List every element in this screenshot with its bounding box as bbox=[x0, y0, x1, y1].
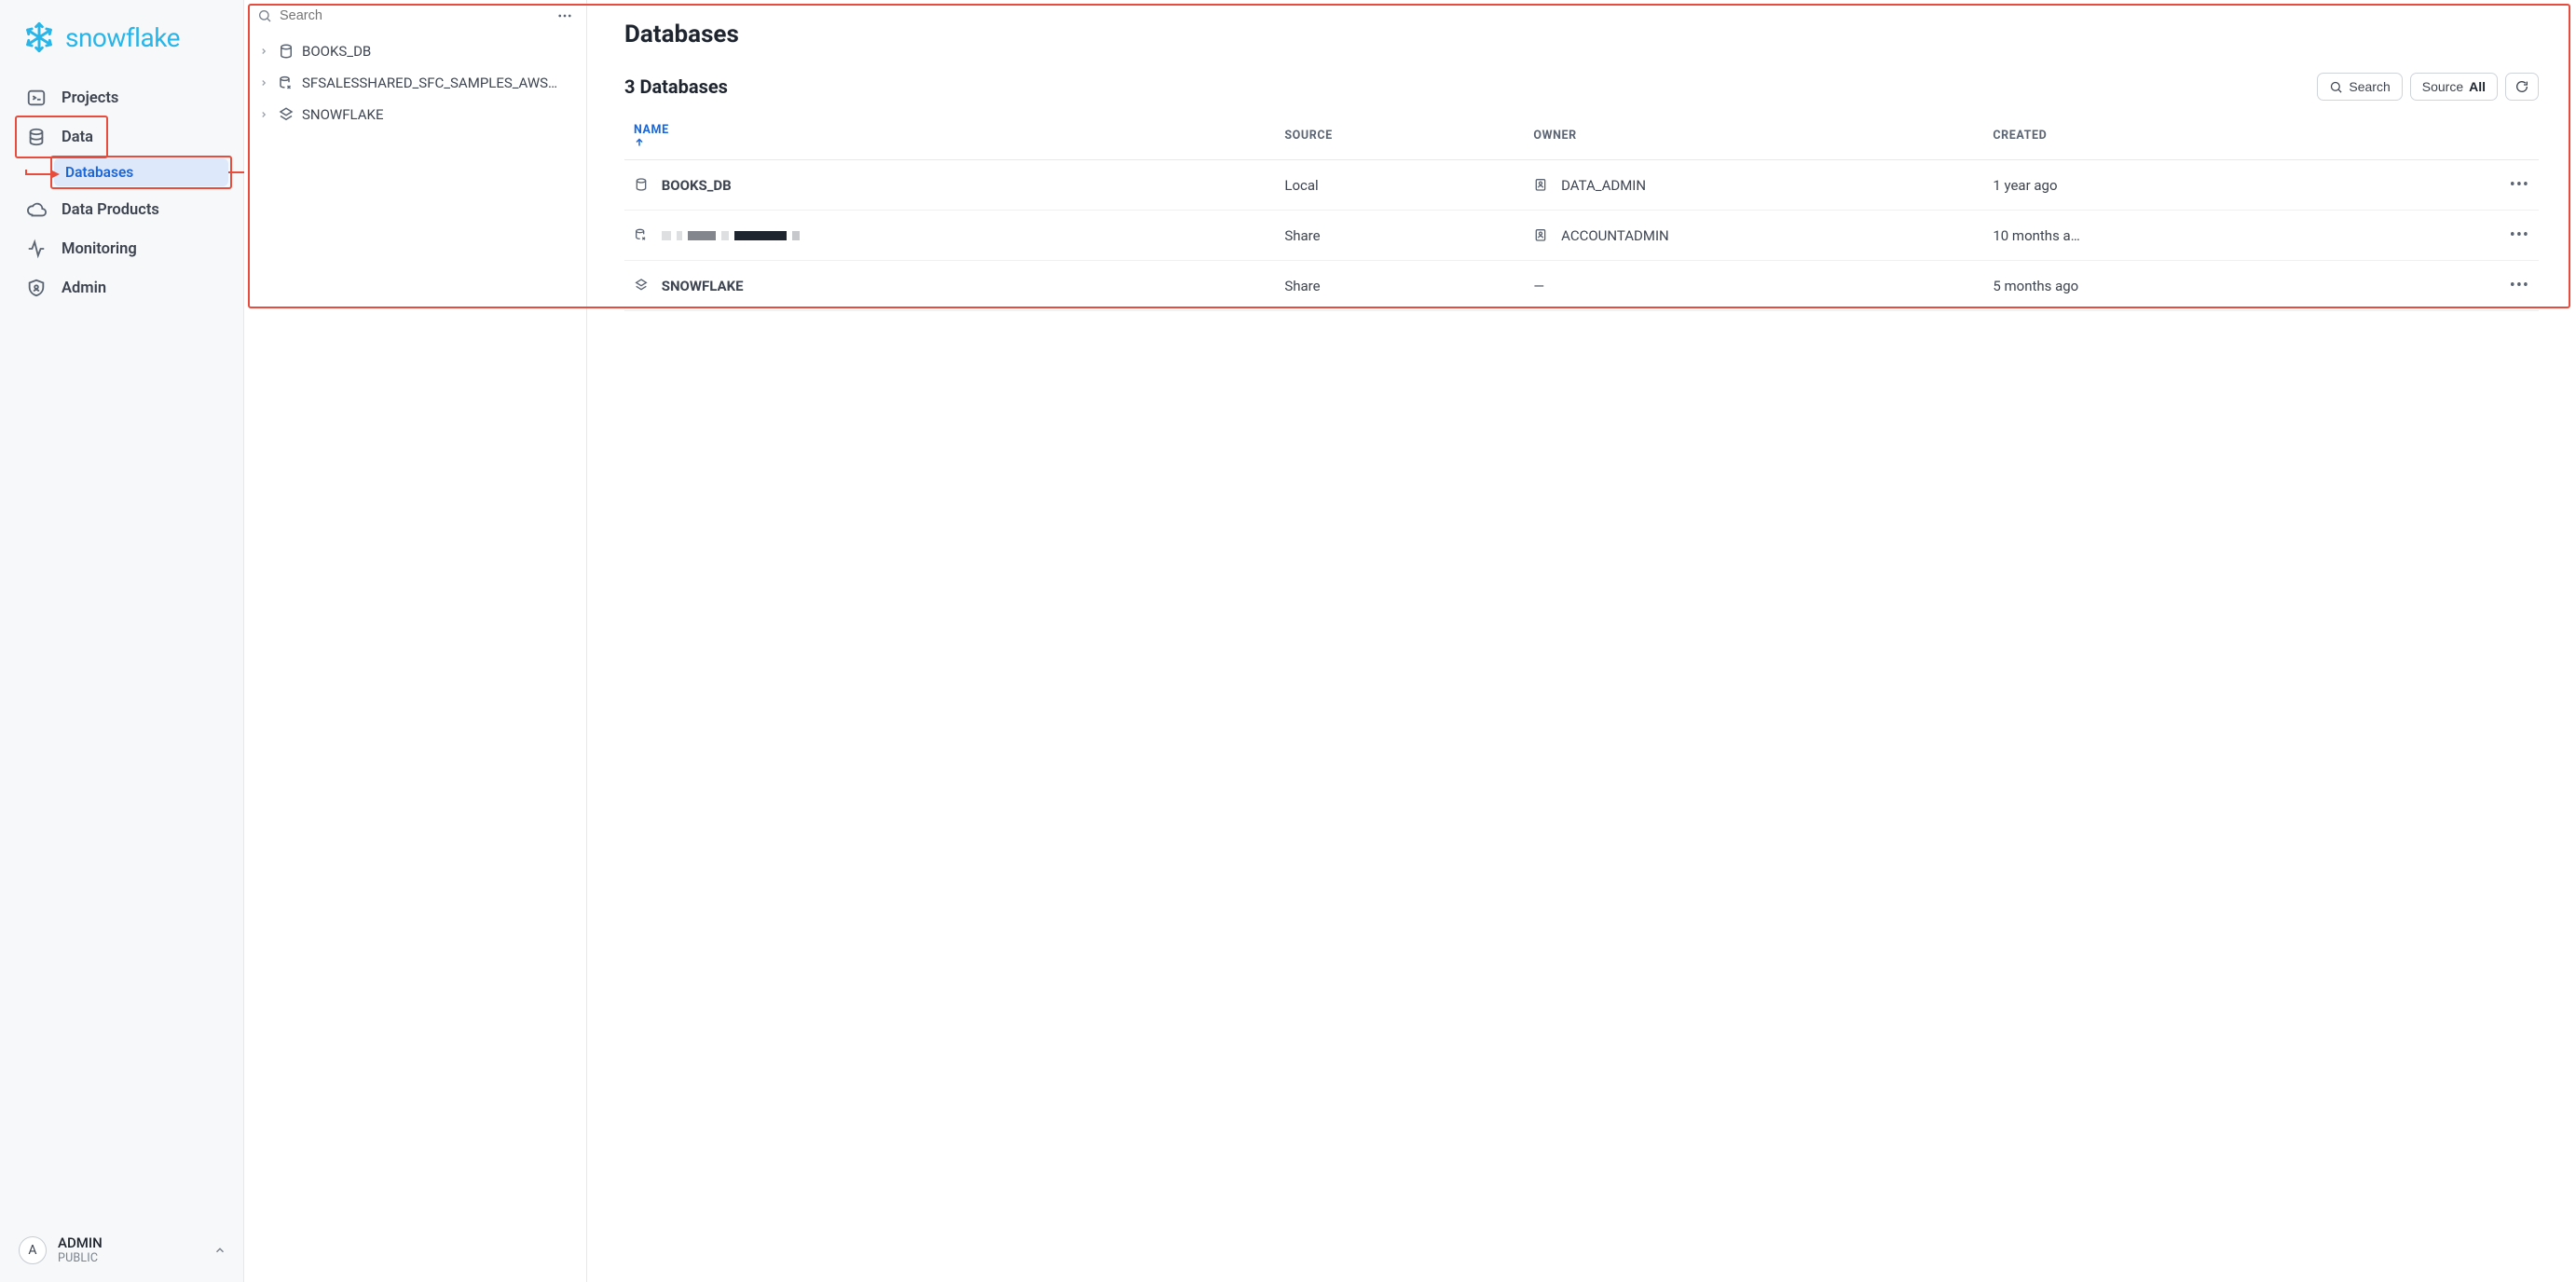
logo[interactable]: snowflake bbox=[0, 0, 243, 71]
avatar: A bbox=[19, 1236, 47, 1264]
row-owner: — bbox=[1524, 261, 1983, 311]
user-role: PUBLIC bbox=[58, 1251, 103, 1265]
terminal-icon bbox=[26, 88, 47, 108]
sidebar: snowflake Projects Data Databases bbox=[0, 0, 244, 1282]
sidebar-item-label: Data Products bbox=[62, 201, 159, 219]
row-source: Share bbox=[1275, 211, 1524, 261]
row-source: Local bbox=[1275, 160, 1524, 211]
page-title: Databases bbox=[624, 20, 2539, 48]
row-created: 5 months ago bbox=[1983, 261, 2496, 311]
share-icon bbox=[634, 227, 649, 242]
chevron-right-icon bbox=[259, 78, 270, 88]
search-input[interactable] bbox=[280, 8, 549, 23]
snowflake-app-icon bbox=[278, 106, 295, 123]
share-icon bbox=[278, 75, 295, 91]
chevron-right-icon bbox=[259, 110, 270, 119]
source-filter-value: All bbox=[2469, 79, 2486, 94]
sort-asc-icon bbox=[634, 137, 1266, 148]
main-panel: Databases 3 Databases Search Source All … bbox=[587, 0, 2576, 1282]
row-owner: DATA_ADMIN bbox=[1561, 177, 1646, 194]
role-icon bbox=[1533, 177, 1548, 192]
sidebar-item-label: Databases bbox=[65, 164, 133, 181]
table-row[interactable]: Share ACCOUNTADMIN 10 months a… ••• bbox=[624, 211, 2539, 261]
row-name: BOOKS_DB bbox=[662, 177, 732, 194]
shield-icon bbox=[26, 278, 47, 298]
table-row[interactable]: SNOWFLAKE Share — 5 months ago ••• bbox=[624, 261, 2539, 311]
row-name-redacted bbox=[662, 231, 800, 240]
row-actions-button[interactable]: ••• bbox=[2510, 276, 2529, 295]
database-icon bbox=[278, 43, 295, 60]
row-source: Share bbox=[1275, 261, 1524, 311]
object-tree-panel: BOOKS_DB SFSALESSHARED_SFC_SAMPLES_AWS… … bbox=[244, 0, 587, 1282]
tree-item[interactable]: BOOKS_DB bbox=[253, 35, 577, 67]
user-name: ADMIN bbox=[58, 1234, 103, 1251]
sidebar-item-data[interactable]: Data bbox=[19, 117, 104, 157]
sidebar-item-databases[interactable]: Databases bbox=[54, 158, 228, 186]
source-filter-button[interactable]: Source All bbox=[2410, 73, 2498, 101]
row-name: SNOWFLAKE bbox=[662, 278, 744, 294]
sidebar-item-monitoring[interactable]: Monitoring bbox=[19, 229, 228, 268]
col-created[interactable]: CREATED bbox=[1983, 112, 2496, 160]
col-owner[interactable]: OWNER bbox=[1524, 112, 1983, 160]
sidebar-item-projects[interactable]: Projects bbox=[19, 78, 228, 117]
search-icon bbox=[257, 8, 272, 23]
database-table: NAME SOURCE OWNER CREATED BOOKS_DB Local bbox=[624, 112, 2539, 311]
row-owner: ACCOUNTADMIN bbox=[1561, 227, 1669, 244]
cloud-icon bbox=[26, 199, 47, 220]
sidebar-item-data-products[interactable]: Data Products bbox=[19, 190, 228, 229]
chevron-up-icon bbox=[213, 1244, 226, 1257]
refresh-icon bbox=[2514, 79, 2529, 94]
user-panel[interactable]: A ADMIN PUBLIC bbox=[0, 1221, 243, 1282]
source-filter-label: Source bbox=[2422, 79, 2463, 94]
table-row[interactable]: BOOKS_DB Local DATA_ADMIN 1 year ago ••• bbox=[624, 160, 2539, 211]
tree-item-label: SFSALESSHARED_SFC_SAMPLES_AWS… bbox=[302, 75, 557, 91]
row-actions-button[interactable]: ••• bbox=[2510, 175, 2529, 195]
tree-more-button[interactable] bbox=[556, 7, 573, 24]
snowflake-app-icon bbox=[634, 278, 649, 293]
tree-item[interactable]: SFSALESSHARED_SFC_SAMPLES_AWS… bbox=[253, 67, 577, 99]
sidebar-item-admin[interactable]: Admin bbox=[19, 268, 228, 307]
tree-item-label: SNOWFLAKE bbox=[302, 106, 383, 123]
sidebar-item-label: Admin bbox=[62, 280, 106, 297]
search-button[interactable]: Search bbox=[2317, 73, 2402, 101]
nav: Projects Data Databases Dat bbox=[0, 71, 243, 307]
object-tree: BOOKS_DB SFSALESSHARED_SFC_SAMPLES_AWS… … bbox=[244, 32, 586, 134]
row-created: 10 months a… bbox=[1983, 211, 2496, 261]
chevron-right-icon bbox=[259, 47, 270, 56]
search-icon bbox=[2329, 80, 2343, 94]
sidebar-item-label: Projects bbox=[62, 89, 118, 107]
snowflake-logo-icon bbox=[22, 20, 56, 54]
database-icon bbox=[26, 127, 47, 147]
role-icon bbox=[1533, 227, 1548, 242]
tree-item-label: BOOKS_DB bbox=[302, 43, 371, 60]
sidebar-item-label: Data bbox=[62, 129, 93, 146]
col-name[interactable]: NAME bbox=[624, 112, 1275, 160]
activity-icon bbox=[26, 239, 47, 259]
database-icon bbox=[634, 177, 649, 192]
sidebar-item-label: Monitoring bbox=[62, 240, 137, 258]
row-created: 1 year ago bbox=[1983, 160, 2496, 211]
row-actions-button[interactable]: ••• bbox=[2510, 225, 2529, 245]
tree-item[interactable]: SNOWFLAKE bbox=[253, 99, 577, 130]
col-source[interactable]: SOURCE bbox=[1275, 112, 1524, 160]
database-count: 3 Databases bbox=[624, 75, 728, 98]
user-info: ADMIN PUBLIC bbox=[58, 1234, 103, 1265]
refresh-button[interactable] bbox=[2505, 73, 2539, 101]
brand-text: snowflake bbox=[65, 22, 180, 53]
search-button-label: Search bbox=[2349, 79, 2390, 94]
content-highlight: BOOKS_DB SFSALESSHARED_SFC_SAMPLES_AWS… … bbox=[244, 0, 2576, 1282]
